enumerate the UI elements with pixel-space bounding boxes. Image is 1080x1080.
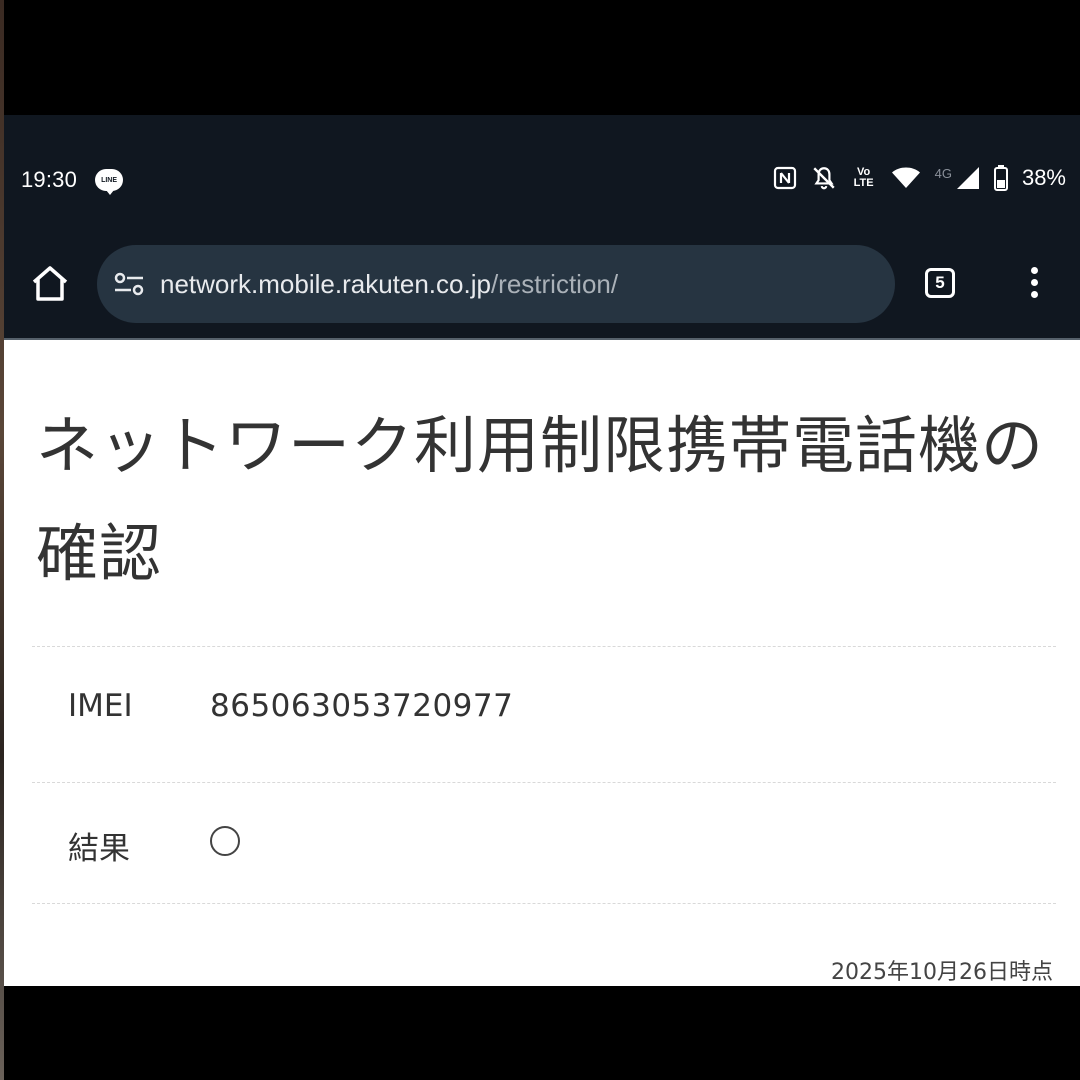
tab-count: 5 xyxy=(935,273,945,292)
result-ok-circle-icon xyxy=(210,826,240,856)
status-time: 19:30 xyxy=(21,167,78,192)
battery-icon xyxy=(993,165,1008,191)
page-content: ネットワーク利用制限携帯電話機の確認 IMEI 865063053720977 … xyxy=(4,340,1080,986)
browser-toolbar: network.mobile.rakuten.co.jp/restriction… xyxy=(4,230,1080,338)
wifi-icon xyxy=(891,167,920,188)
line-app-icon: LINE xyxy=(95,169,124,195)
divider xyxy=(32,646,1056,647)
nfc-icon xyxy=(773,166,796,190)
home-icon[interactable] xyxy=(28,262,72,306)
url-path: /restriction/ xyxy=(490,269,619,299)
address-bar[interactable]: network.mobile.rakuten.co.jp/restriction… xyxy=(97,245,895,323)
battery-percent: 38% xyxy=(1021,165,1066,190)
result-label: 結果 xyxy=(68,831,130,867)
imei-label: IMEI xyxy=(68,688,133,724)
url-host: network.mobile.rakuten.co.jp xyxy=(160,269,491,299)
divider xyxy=(32,782,1056,783)
imei-value: 865063053720977 xyxy=(210,688,514,724)
status-bar: 19:30 LINE Vo LTE 4G 38% xyxy=(4,115,1080,230)
signal-icon xyxy=(956,167,979,189)
tab-switcher-button[interactable]: 5 xyxy=(925,268,955,298)
check-timestamp: 2025年10月26日時点 xyxy=(831,960,1053,985)
line-badge-text: LINE xyxy=(101,176,118,184)
divider xyxy=(32,903,1056,904)
volte-icon: Vo LTE xyxy=(853,166,874,189)
site-settings-icon[interactable] xyxy=(113,271,145,297)
url-text[interactable]: network.mobile.rakuten.co.jp/restriction… xyxy=(160,269,618,300)
page-title: ネットワーク利用制限携帯電話機の確認 xyxy=(36,409,1045,590)
bell-off-icon xyxy=(813,167,835,190)
network-type-label: 4G xyxy=(934,165,952,181)
more-menu-icon[interactable] xyxy=(1026,267,1042,303)
